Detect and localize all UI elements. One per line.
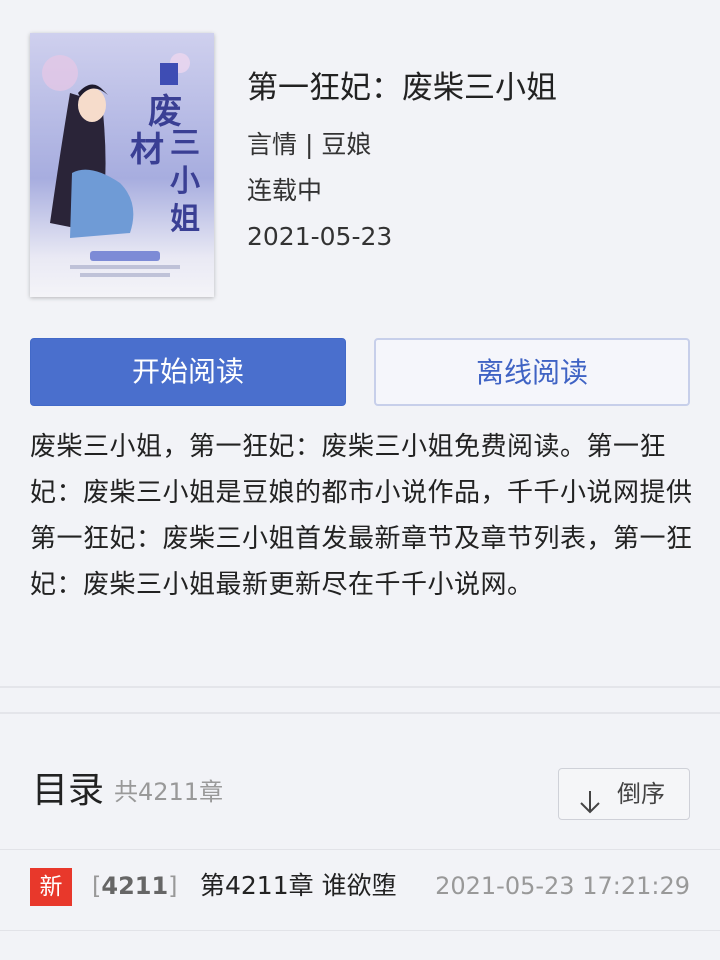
section-divider	[0, 712, 720, 714]
sort-order-label: 倒序	[617, 780, 665, 808]
chapter-title: 第4211章 谁欲堕	[200, 871, 397, 900]
book-info-section: 废 材 三 小 姐 第一狂妃：废柴三小姐 言情 | 豆娘 连载中 2021-05…	[0, 0, 720, 330]
chapter-number: [4211]	[92, 872, 178, 900]
chapter-update-time: 2021-05-23 17:21:29	[435, 872, 690, 900]
book-update-date: 2021-05-23	[247, 222, 393, 251]
row-separator	[0, 930, 720, 931]
new-badge: 新	[30, 868, 72, 906]
svg-text:三: 三	[170, 126, 200, 161]
toc-title: 目录	[32, 770, 105, 811]
svg-text:材: 材	[130, 130, 164, 170]
start-reading-button[interactable]: 开始阅读	[30, 338, 346, 406]
svg-text:姐: 姐	[170, 202, 200, 237]
book-meta: 第一狂妃：废柴三小姐 言情 | 豆娘 连载中 2021-05-23	[247, 62, 557, 260]
book-status: 连载中	[247, 176, 323, 205]
book-title: 第一狂妃：废柴三小姐	[247, 70, 557, 106]
toc-chapter-count: 共4211章	[114, 778, 224, 806]
book-cover-image: 废 材 三 小 姐	[30, 33, 214, 297]
section-divider	[0, 686, 720, 688]
arrow-down-icon	[579, 782, 601, 832]
toc-header: 目录 共4211章 倒序	[0, 740, 720, 850]
book-genre-author: 言情 | 豆娘	[247, 130, 372, 159]
svg-text:小: 小	[170, 164, 200, 199]
book-intro: 废柴三小姐，第一狂妃：废柴三小姐免费阅读。第一狂妃：废柴三小姐是豆娘的都市小说作…	[30, 432, 693, 600]
chapter-row[interactable]: 新 [4211] 第4211章 谁欲堕 2021-05-23 17:21:29	[0, 848, 720, 928]
sort-order-button[interactable]: 倒序	[558, 768, 690, 820]
offline-reading-button[interactable]: 离线阅读	[374, 338, 690, 406]
